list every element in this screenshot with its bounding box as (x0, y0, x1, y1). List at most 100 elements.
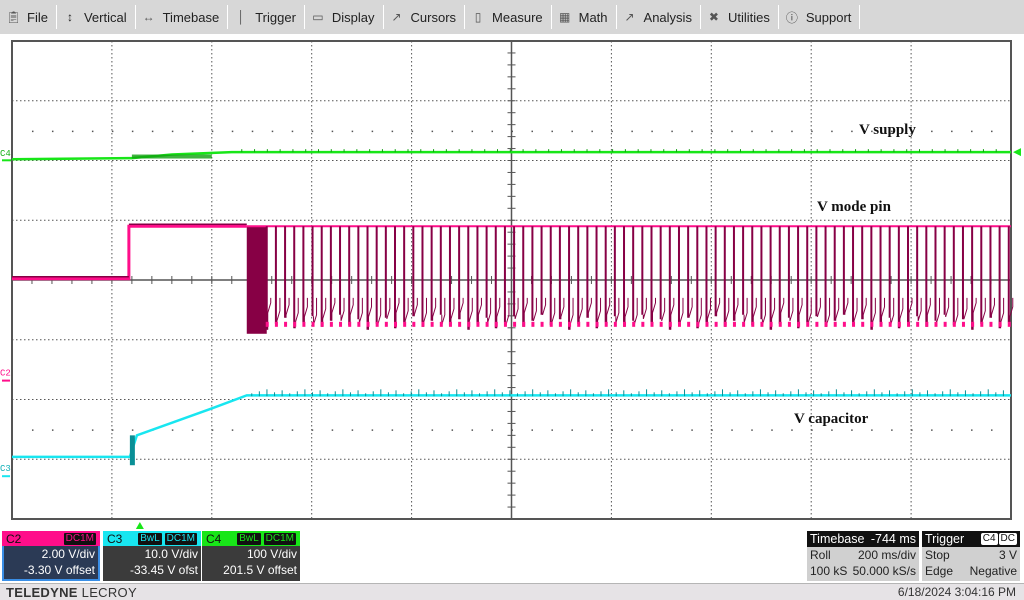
trace-c2-valley (531, 321, 535, 327)
trace-c2-valley (870, 321, 874, 327)
grid-dot (991, 429, 993, 431)
calculator-icon: ▦ (558, 10, 571, 24)
menu-utilities[interactable]: ✖ Utilities (701, 5, 779, 29)
trace-c2-valley (916, 321, 920, 327)
trace-c2-valley (842, 321, 846, 327)
menu-analysis[interactable]: ↗ Analysis (617, 5, 701, 29)
grid-dot (51, 130, 54, 133)
trace-c2-valley (302, 321, 306, 327)
trace-c2-ringing (450, 297, 455, 326)
timebase-title: Timebase (810, 532, 865, 546)
trigger-level-marker (1013, 148, 1021, 157)
grid-dot (211, 429, 214, 431)
trace-c2-ringing (752, 297, 757, 326)
grid-dot (431, 130, 434, 133)
display-icon: ▭ (312, 10, 324, 24)
trace-c2-ringing (514, 297, 519, 320)
trace-c2-ringing (285, 297, 290, 318)
trace-c2-valley (879, 321, 883, 327)
grid-dot (171, 429, 174, 431)
trace-c2-valley (989, 321, 993, 327)
menu-cursors[interactable]: ↗ Cursors (384, 5, 466, 29)
status-footer: TELEDYNE LECROY 6/18/2024 3:04:16 PM (0, 583, 1024, 600)
trace-c2-valley (980, 321, 984, 327)
grid-dot (351, 130, 354, 133)
waveform-grid[interactable]: C4 C2 C3 (0, 36, 1024, 530)
channel-box-c3[interactable]: C3 BwL DC1M 10.0 V/div -33.45 V ofst (103, 531, 201, 581)
vertical-arrows-icon: ↕ (66, 10, 73, 24)
trace-c2-ringing (413, 297, 418, 317)
grid-dot (871, 429, 873, 431)
grid-dot (71, 130, 74, 133)
trace-c2-valley (723, 321, 727, 327)
channel-vdiv: 2.00 V/div (41, 547, 95, 561)
trace-c2-valley (293, 321, 297, 327)
trace-c2-valley (403, 321, 407, 327)
trace-c2-ringing (642, 297, 647, 320)
timebase-box[interactable]: Timebase -744 ms Roll 200 ms/div 100 kS 50.… (807, 531, 919, 581)
grid-dot (231, 429, 234, 431)
menu-trigger[interactable]: │ Trigger (228, 5, 305, 29)
trace-c2-valley (595, 321, 599, 327)
trigger-box[interactable]: Trigger C4 DC Stop 3 V Edge Negative (922, 531, 1020, 581)
grid-dot (271, 130, 274, 133)
menu-label: Display (331, 9, 375, 25)
trace-c2-valley (769, 321, 773, 327)
trace-c2-valley (558, 321, 562, 327)
trace-c2-valley (1007, 321, 1011, 327)
trace-c2-ringing (377, 297, 382, 326)
trace-c2-valley (458, 321, 462, 327)
grid-dot (111, 130, 114, 133)
grid-dot (591, 429, 593, 431)
grid-dot (131, 130, 134, 133)
grid-dot (311, 429, 314, 431)
grid-dot (711, 130, 713, 133)
menu-measure[interactable]: ▯ Measure (465, 5, 552, 29)
timebase-mode: Roll (810, 548, 831, 562)
grid-dot (31, 130, 34, 133)
trace-c2-ringing (688, 297, 693, 318)
cursor-arrow-icon: ↗ (391, 10, 402, 24)
grid-dot (411, 429, 414, 431)
channel-offset: 201.5 V offset (223, 563, 297, 577)
trace-c2-valley (742, 321, 746, 327)
trace-c2-valley (430, 321, 434, 327)
grid-dot (111, 429, 114, 431)
trace-c2-valley (412, 321, 416, 327)
channel-box-c2[interactable]: C2 DC1M 2.00 V/div -3.30 V offset (2, 531, 100, 581)
trace-c2-valley (384, 321, 388, 327)
trace-c2-ringing (945, 297, 950, 318)
trace-c2-valley (760, 321, 764, 327)
marker-c4-label: C4 (0, 149, 11, 159)
trace-c2-valley (311, 321, 315, 327)
menu-label: Measure (492, 9, 543, 25)
menu-display[interactable]: ▭ Display (305, 5, 384, 29)
trace-c2-ringing (313, 297, 318, 326)
menu-label: Math (578, 9, 608, 25)
trace-c2-ringing (542, 297, 547, 316)
menu-math[interactable]: ▦ Math (552, 5, 617, 29)
timestamp: 6/18/2024 3:04:16 PM (897, 585, 1016, 599)
trace-c4-step-noise (131, 154, 212, 159)
trace-c2-valley (320, 321, 324, 327)
grid-dot (771, 130, 773, 133)
grid-dot (851, 429, 853, 431)
menu-support[interactable]: ⓘ Support (779, 5, 861, 29)
timebase-tdiv: 200 ms/div (857, 548, 916, 562)
menu-vertical[interactable]: ↕ Vertical (57, 5, 136, 29)
trace-c2-valley (696, 321, 700, 327)
trace-c2-valley (659, 321, 663, 327)
grid-dot (771, 429, 773, 431)
trace-c2-valley (494, 321, 498, 327)
menu-label: Utilities (727, 9, 770, 25)
grid-dot (831, 429, 833, 431)
grid-dot (251, 429, 254, 431)
menu-timebase[interactable]: ↔ Timebase (136, 5, 229, 29)
trace-c2-valley (971, 321, 975, 327)
trace-c2-valley (329, 321, 333, 327)
grid-dot (811, 130, 813, 133)
channel-box-c4[interactable]: C4 BwL DC1M 100 V/div 201.5 V offset (202, 531, 300, 581)
trace-c2-valley (732, 321, 736, 327)
menu-file[interactable]: 📋︎ File (0, 5, 57, 29)
annotation-v-capacitor: V capacitor (794, 411, 869, 427)
